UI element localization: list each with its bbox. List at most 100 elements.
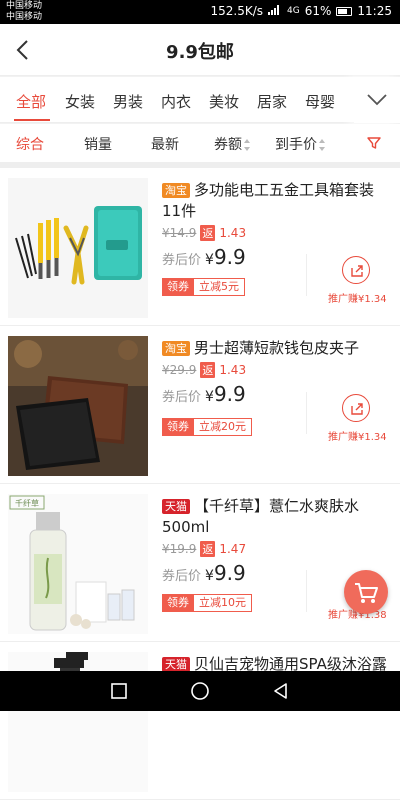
status-right: 152.5K/s 4G 61% 11:25 bbox=[211, 4, 393, 18]
original-price: ¥19.9 bbox=[162, 542, 197, 556]
rebate-value: 1.43 bbox=[219, 363, 247, 377]
share-button[interactable] bbox=[342, 394, 370, 422]
source-badge: 天猫 bbox=[162, 499, 190, 514]
after-coupon-label: 券后价 bbox=[162, 569, 202, 584]
product-card[interactable]: 天猫 贝仙吉宠物通用SPA级沐浴露 bbox=[0, 642, 400, 800]
after-coupon-label: 券后价 bbox=[162, 390, 202, 405]
tab-underwear[interactable]: 内衣 bbox=[161, 91, 191, 112]
sort-bar: 综合 销量 最新 券额 到手价 bbox=[0, 124, 400, 162]
circle-icon bbox=[191, 682, 209, 700]
product-title-text: 【千纤草】薏仁水爽肤水500ml bbox=[162, 497, 360, 536]
triangle-back-icon bbox=[274, 683, 287, 699]
divider bbox=[306, 570, 307, 612]
coupon-tag: 领券 bbox=[162, 278, 194, 296]
currency-symbol: ¥ bbox=[205, 389, 214, 405]
source-badge: 淘宝 bbox=[162, 183, 190, 198]
coupon-amount: 立减20元 bbox=[194, 418, 252, 436]
divider bbox=[306, 254, 307, 296]
sort-arrows-icon bbox=[244, 139, 250, 151]
after-coupon-label: 券后价 bbox=[162, 253, 202, 268]
coupon-amount: 立减10元 bbox=[194, 594, 252, 612]
sort-final-price[interactable]: 到手价 bbox=[275, 134, 325, 154]
product-title-text: 男士超薄短款钱包皮夹子 bbox=[194, 339, 360, 357]
battery-level: 61% bbox=[304, 4, 332, 18]
cart-button[interactable] bbox=[344, 570, 388, 614]
coupon-tag: 领券 bbox=[162, 418, 194, 436]
tab-beauty[interactable]: 美妆 bbox=[209, 91, 239, 112]
active-tab-indicator bbox=[14, 119, 50, 121]
sort-newest[interactable]: 最新 bbox=[151, 134, 179, 154]
divider bbox=[306, 392, 307, 434]
chevron-down-icon bbox=[367, 94, 387, 106]
coupon-button[interactable]: 领券 立减5元 bbox=[162, 278, 245, 296]
coupon-amount: 立减5元 bbox=[194, 278, 245, 296]
carrier-1: 中国移动 bbox=[6, 1, 43, 11]
tab-baby[interactable]: 母婴 bbox=[305, 91, 335, 112]
status-bar: 中国移动 中国移动 152.5K/s 4G 61% 11:25 bbox=[0, 0, 400, 24]
product-image-toner: 千纤草 bbox=[8, 494, 148, 634]
battery-icon bbox=[336, 6, 353, 16]
rebate-value: 1.47 bbox=[219, 542, 247, 556]
filter-button[interactable] bbox=[366, 135, 382, 151]
category-tabs: 全部 女装 男装 内衣 美妆 居家 母婴 bbox=[0, 77, 400, 123]
coupon-button[interactable]: 领券 立减10元 bbox=[162, 594, 252, 612]
final-price: 9.9 bbox=[213, 561, 246, 585]
share-icon bbox=[351, 403, 363, 415]
tab-women[interactable]: 女装 bbox=[65, 91, 95, 112]
system-nav-bar bbox=[0, 671, 400, 711]
signal-icon bbox=[268, 4, 282, 18]
sort-sales[interactable]: 销量 bbox=[84, 134, 112, 154]
price-original-row: ¥19.9 返 1.47 bbox=[162, 541, 390, 561]
tab-home[interactable]: 居家 bbox=[257, 91, 287, 112]
carrier-info: 中国移动 中国移动 bbox=[6, 1, 42, 23]
share-earn-label[interactable]: 推广赚¥1.34 bbox=[328, 290, 387, 305]
product-title: 天猫 【千纤草】薏仁水爽肤水500ml bbox=[162, 496, 390, 540]
tab-men[interactable]: 男装 bbox=[113, 91, 143, 112]
rebate-value: 1.43 bbox=[219, 226, 247, 240]
share-earn-label[interactable]: 推广赚¥1.34 bbox=[328, 428, 387, 443]
rebate-badge: 返 bbox=[200, 541, 216, 557]
product-card[interactable]: 淘宝 多功能电工五金工具箱套装11件 ¥14.9 返 1.43 券后价 ¥9.9 领券立… bbox=[0, 168, 400, 326]
sort-coupon-label: 券额 bbox=[214, 137, 242, 153]
price-original-row: ¥14.9 返 1.43 bbox=[162, 225, 390, 245]
funnel-icon bbox=[367, 137, 381, 149]
header: 9.9包邮 bbox=[0, 24, 400, 76]
coupon-tag: 领券 bbox=[162, 594, 194, 612]
sort-coupon[interactable]: 券额 bbox=[214, 134, 250, 154]
final-price: 9.9 bbox=[213, 245, 246, 269]
expand-categories-button[interactable] bbox=[354, 77, 400, 123]
network-speed: 152.5K/s bbox=[210, 4, 264, 18]
cart-icon bbox=[355, 583, 378, 603]
original-price: ¥14.9 bbox=[162, 226, 197, 240]
product-card[interactable]: 千纤草 天猫 【千纤草】薏仁水爽肤水500ml ¥19.9 返 1.47 券后价 ¥9.… bbox=[0, 484, 400, 642]
share-button[interactable] bbox=[342, 256, 370, 284]
source-badge: 天猫 bbox=[162, 657, 190, 672]
brand-watermark: 千纤草 bbox=[15, 498, 39, 508]
source-badge: 淘宝 bbox=[162, 341, 190, 356]
recents-button[interactable] bbox=[109, 681, 129, 701]
coupon-button[interactable]: 领券 立减20元 bbox=[162, 418, 252, 436]
sort-final-price-label: 到手价 bbox=[275, 137, 317, 153]
sort-arrows-icon bbox=[319, 139, 325, 151]
page-title: 9.9包邮 bbox=[166, 42, 234, 63]
product-image-toolkit bbox=[8, 178, 148, 318]
tab-all[interactable]: 全部 bbox=[16, 91, 46, 112]
system-back-button[interactable] bbox=[271, 681, 291, 701]
square-icon bbox=[111, 683, 127, 699]
rebate-badge: 返 bbox=[200, 225, 216, 241]
final-price: 9.9 bbox=[213, 382, 246, 406]
carrier-2: 中国移动 bbox=[6, 12, 43, 22]
home-button[interactable] bbox=[190, 681, 210, 701]
clock: 11:25 bbox=[357, 4, 392, 18]
price-original-row: ¥29.9 返 1.43 bbox=[162, 362, 390, 382]
product-title-text: 多功能电工五金工具箱套装11件 bbox=[162, 181, 375, 220]
original-price: ¥29.9 bbox=[162, 363, 197, 377]
product-image-wallet bbox=[8, 336, 148, 476]
product-title: 淘宝 多功能电工五金工具箱套装11件 bbox=[162, 180, 390, 224]
currency-symbol: ¥ bbox=[205, 568, 214, 584]
product-card[interactable]: 淘宝 男士超薄短款钱包皮夹子 ¥29.9 返 1.43 券后价 ¥9.9 领券 立减20元… bbox=[0, 326, 400, 484]
currency-symbol: ¥ bbox=[205, 252, 214, 268]
rebate-badge: 返 bbox=[200, 362, 216, 378]
network-type: 4G bbox=[287, 6, 300, 16]
sort-comprehensive[interactable]: 综合 bbox=[16, 134, 44, 154]
